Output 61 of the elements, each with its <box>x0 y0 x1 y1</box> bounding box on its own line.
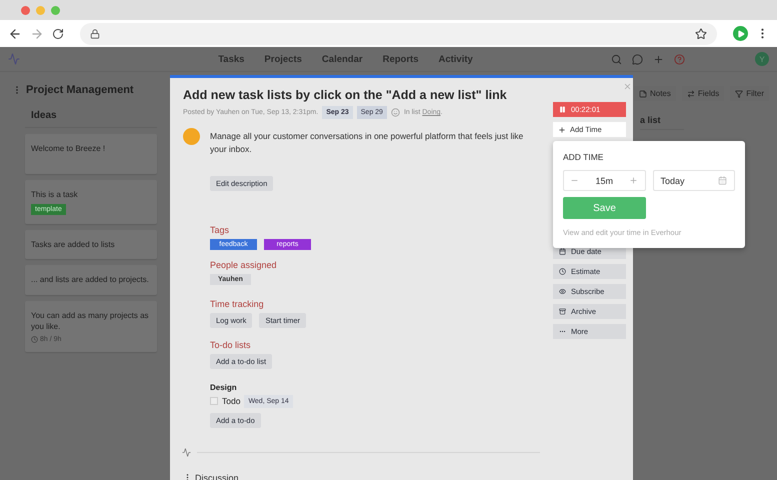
calendar-icon <box>718 176 727 185</box>
back-icon[interactable] <box>8 26 22 40</box>
plus-icon[interactable] <box>653 54 664 64</box>
swap-arrows-icon <box>686 90 695 98</box>
task-description: Manage all your customer conversations in one powerful platform that feels just like your inbox. <box>210 130 524 156</box>
section-label: To-do lists <box>210 340 251 350</box>
card-title: ... and lists are added to projects. <box>31 274 150 286</box>
activity-icon <box>182 448 191 456</box>
maximize-window-icon[interactable] <box>51 6 60 14</box>
pause-icon <box>559 106 566 113</box>
help-icon[interactable] <box>674 54 685 64</box>
list-title: Ideas <box>25 110 157 128</box>
reload-icon[interactable] <box>52 28 64 40</box>
nav-link[interactable]: Calendar <box>322 54 363 64</box>
add-list-link[interactable]: a list <box>640 115 684 130</box>
clock-icon <box>559 268 566 275</box>
task-card[interactable]: ... and lists are added to projects. <box>25 265 157 295</box>
calendar-icon <box>559 248 566 255</box>
chat-icon[interactable] <box>632 54 643 64</box>
todo-checkbox[interactable] <box>210 397 218 405</box>
duration-stepper[interactable]: 15m <box>563 170 646 191</box>
filter-icon <box>735 90 744 98</box>
nav-link[interactable]: Activity <box>438 54 473 64</box>
extension-play-icon[interactable] <box>733 26 748 41</box>
card-title: This is a task <box>31 189 79 201</box>
archive-box-icon <box>559 308 566 315</box>
section-label: Time tracking <box>210 298 264 308</box>
card-title: You can add as many projects as you like. <box>31 310 150 333</box>
card-title: Tasks are added to lists <box>31 238 116 250</box>
close-window-icon[interactable] <box>21 6 30 14</box>
plus-icon <box>558 126 566 134</box>
task-card[interactable]: Welcome to Breeze ! <box>25 134 157 174</box>
todo-text: Todo <box>222 396 240 406</box>
close-icon <box>623 82 632 91</box>
note-icon <box>638 90 647 98</box>
nav-link[interactable]: Tasks <box>218 54 244 64</box>
user-avatar <box>183 128 200 145</box>
forward-icon[interactable] <box>30 26 44 40</box>
lock-icon <box>90 28 100 38</box>
task-card[interactable]: Tasks are added to lists <box>25 230 157 260</box>
eye-icon <box>559 288 566 295</box>
smiley-icon[interactable] <box>390 108 400 117</box>
card-title: Welcome to Breeze ! <box>31 143 106 155</box>
star-icon[interactable] <box>695 28 707 40</box>
minimize-window-icon[interactable] <box>36 6 45 14</box>
todo-list-title: Design <box>210 382 238 392</box>
board-title: Project Management <box>26 84 134 96</box>
close-button[interactable] <box>623 82 632 91</box>
dots-icon <box>559 328 566 335</box>
task-title: Add new task lists by click on the "Add a new list" link <box>183 88 508 102</box>
clock-icon <box>31 336 38 343</box>
search-icon[interactable] <box>611 54 622 64</box>
section-label: People assigned <box>210 260 277 270</box>
popover-title: ADD TIME <box>563 152 604 162</box>
nav-link[interactable]: Projects <box>264 54 302 64</box>
plus-icon[interactable] <box>629 176 638 185</box>
date-field[interactable]: Today <box>652 170 735 191</box>
logo-icon[interactable] <box>8 53 20 65</box>
save-button[interactable]: Save <box>563 197 646 219</box>
section-label: Tags <box>210 224 230 234</box>
nav-link[interactable]: Reports <box>382 54 418 64</box>
